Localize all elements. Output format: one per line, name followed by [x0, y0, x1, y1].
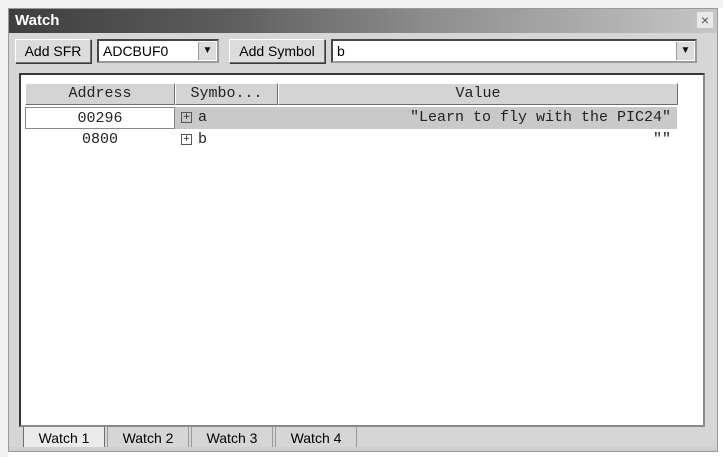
expand-icon[interactable]: + [181, 133, 192, 145]
watch-grid: Address Symbo... Value 00296 + a "Learn t… [19, 73, 705, 427]
watch-window: Watch × Add SFR ADCBUF0 ▼ Add Symbol b ▼… [8, 8, 718, 452]
symbol-select-value: b [337, 43, 345, 59]
symbol-cell[interactable]: + a [175, 107, 279, 129]
sfr-select-value: ADCBUF0 [103, 43, 169, 59]
toolbar: Add SFR ADCBUF0 ▼ Add Symbol b ▼ [9, 37, 717, 67]
add-sfr-button[interactable]: Add SFR [15, 39, 91, 63]
add-symbol-button[interactable]: Add Symbol [229, 39, 325, 63]
table-row[interactable]: 00296 + a "Learn to fly with the PIC24" [21, 107, 703, 129]
symbol-select[interactable]: b ▼ [331, 39, 697, 63]
value-cell[interactable]: "Learn to fly with the PIC24" [279, 107, 677, 129]
symbol-cell[interactable]: + b [175, 129, 279, 151]
sfr-select[interactable]: ADCBUF0 ▼ [97, 39, 219, 63]
background-edge-left [0, 0, 8, 457]
window-title: Watch [15, 12, 60, 29]
symbol-name: a [198, 109, 208, 126]
address-cell[interactable]: 0800 [25, 129, 175, 151]
close-icon[interactable]: × [697, 12, 713, 28]
expand-icon[interactable]: + [181, 111, 192, 123]
title-bar[interactable]: Watch × [9, 9, 717, 33]
column-header-symbol[interactable]: Symbo... [175, 83, 278, 105]
column-header-address[interactable]: Address [25, 83, 175, 105]
symbol-name: b [198, 131, 208, 148]
chevron-down-icon[interactable]: ▼ [676, 42, 694, 60]
address-cell[interactable]: 00296 [25, 107, 175, 129]
background-edge [0, 0, 723, 8]
status-strip [9, 447, 717, 451]
table-row[interactable]: 0800 + b "" [21, 129, 703, 151]
column-header-value[interactable]: Value [278, 83, 678, 105]
value-cell[interactable]: "" [279, 129, 677, 151]
chevron-down-icon[interactable]: ▼ [198, 42, 216, 60]
